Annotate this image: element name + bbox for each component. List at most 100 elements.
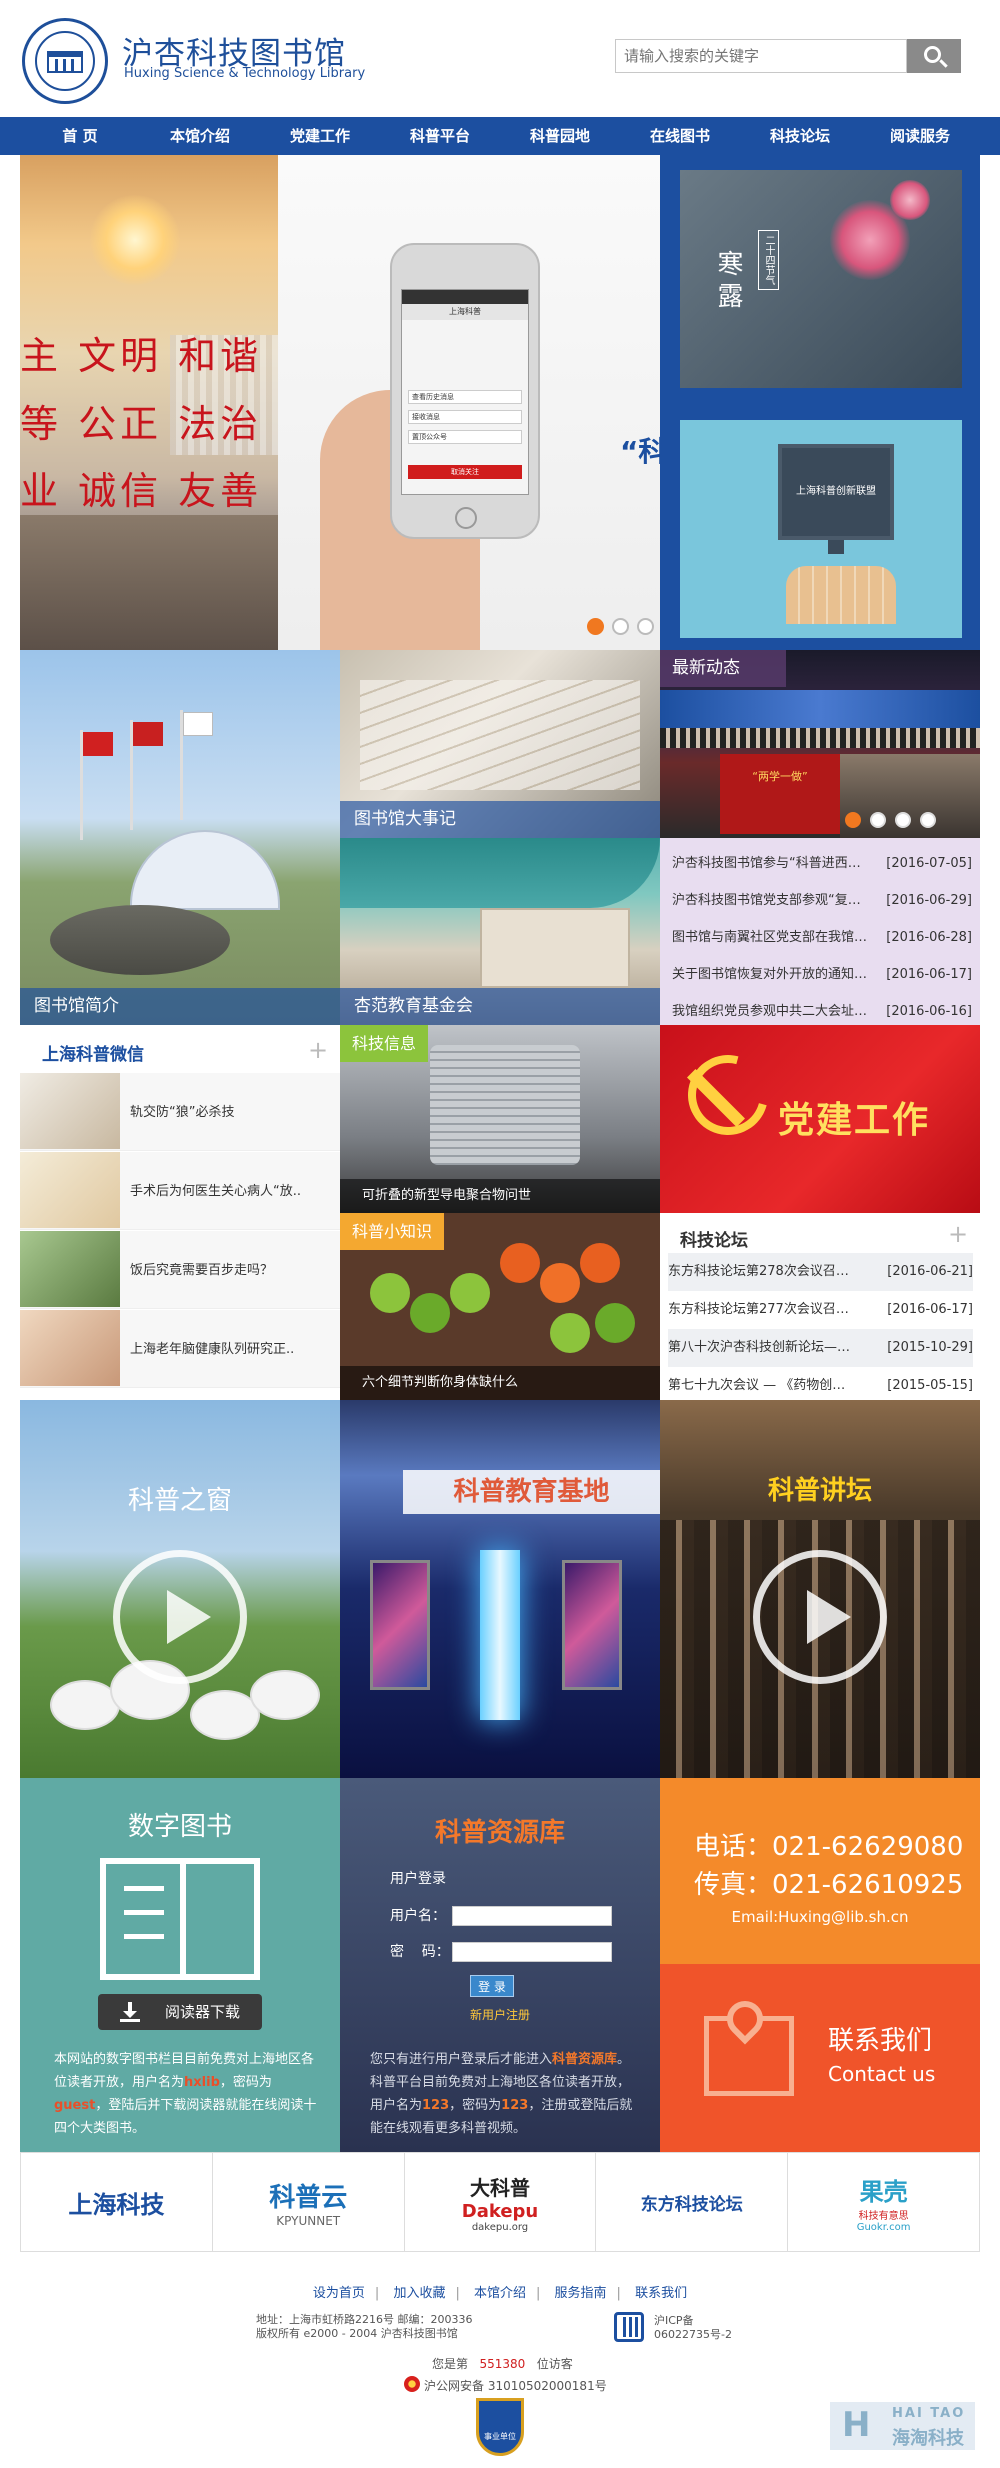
email-text[interactable]: Email:Huxing@lib.sh.cn xyxy=(660,1908,980,1926)
digital-books-title[interactable]: 数字图书 xyxy=(20,1806,340,1843)
forum-title[interactable]: 科技论坛 xyxy=(680,1226,748,1251)
education-base-title: 科普教育基地 xyxy=(403,1470,660,1514)
partner-guokr[interactable]: 果壳 科技有意思 Guokr.com xyxy=(788,2153,979,2251)
science-lecture-tile[interactable]: 科普讲坛 xyxy=(660,1400,980,1778)
sci-tips-tile[interactable]: 科普小知识 六个细节判断你身体缺什么 xyxy=(340,1213,660,1400)
computer-slide[interactable]: 上海科普创新联盟 xyxy=(680,420,962,638)
digital-books-tile: 数字图书 阅读器下载 本网站的数字图书栏目目前免费对上海地区各位读者开放，用户名… xyxy=(20,1778,340,2152)
hero-slogan-line: 等 公正 法治 xyxy=(20,402,263,446)
hero-dot[interactable] xyxy=(612,618,629,635)
partner-dakepu[interactable]: 大科普 Dakepu dakepu.org xyxy=(405,2153,597,2251)
news-dot[interactable] xyxy=(895,812,911,828)
hero-dot[interactable] xyxy=(587,618,604,635)
nav-online-books[interactable]: 在线图书 xyxy=(620,117,740,155)
hero-dot[interactable] xyxy=(637,618,654,635)
footer-link[interactable]: 加入收藏 xyxy=(393,2286,445,2301)
phone-image: 上海科普 查看历史消息 接收消息 置顶公众号 取消关注 xyxy=(390,243,540,539)
watermark: H HAI TAO 海淘科技 xyxy=(830,2402,975,2450)
news-item[interactable]: 图书馆与南翼社区党支部在我馆… [2016-06-28] xyxy=(672,919,972,956)
party-building-tile[interactable]: 党建工作 xyxy=(660,1025,980,1213)
wechat-item[interactable]: 轨交防“狼”必杀技 xyxy=(20,1073,340,1151)
icp-number[interactable]: 06022735号-2 xyxy=(654,2326,732,2342)
footer-copyright: 版权所有 e2000 - 2004 沪杏科技图书馆 xyxy=(256,2327,458,2340)
nav-reading[interactable]: 阅读服务 xyxy=(860,117,980,155)
logo-title-en: Huxing Science & Technology Library xyxy=(124,66,366,81)
resource-description: 您只有进行用户登录后才能进入科普资源库。科普平台目前免费对上海地区各位读者开放，… xyxy=(370,2052,633,2136)
news-item[interactable]: 沪杏科技图书馆党支部参观“复… [2016-06-29] xyxy=(672,882,972,919)
nav-platform[interactable]: 科普平台 xyxy=(380,117,500,155)
police-record[interactable]: 沪公网安备 31010502000181号 xyxy=(424,2377,607,2394)
monitor-icon: 上海科普创新联盟 xyxy=(778,444,894,540)
forum-item[interactable]: 东方科技论坛第278次会议召… [2016-06-21] xyxy=(668,1253,973,1291)
footer-link[interactable]: 联系我们 xyxy=(635,2286,687,2301)
footer-link[interactable]: 设为首页 xyxy=(313,2286,365,2301)
library-events-tile[interactable]: 图书馆大事记 xyxy=(340,650,660,838)
education-fund-tile[interactable]: 杏范教育基金会 xyxy=(340,838,660,1025)
hammer-sickle-icon xyxy=(673,1040,783,1150)
nav-home[interactable]: 首 页 xyxy=(20,117,140,155)
wechat-more-icon[interactable]: + xyxy=(308,1038,328,1062)
tech-info-tile[interactable]: 科技信息 可折叠的新型导电聚合物问世 xyxy=(340,1025,660,1213)
nav-garden[interactable]: 科普园地 xyxy=(500,117,620,155)
login-button[interactable]: 登 录 xyxy=(470,1975,514,1997)
fax-line: 传真：021-62610925 xyxy=(694,1870,964,1900)
solar-term-title: 寒露 xyxy=(713,250,743,314)
nav-party[interactable]: 党建工作 xyxy=(260,117,380,155)
map-pin-icon xyxy=(704,1993,794,2096)
wechat-item[interactable]: 手术后为何医生关心病人“放.. xyxy=(20,1152,340,1230)
institution-badge-icon[interactable]: 事业单位 xyxy=(476,2398,524,2456)
search-button[interactable] xyxy=(907,39,961,73)
science-window-tile[interactable]: 科普之窗 xyxy=(20,1400,340,1778)
play-icon[interactable] xyxy=(113,1550,247,1684)
reader-download-button[interactable]: 阅读器下载 xyxy=(98,1994,262,2030)
partner-shanghai-tech[interactable]: 上海科技 xyxy=(21,2153,213,2251)
news-dot[interactable] xyxy=(845,812,861,828)
library-logo-emblem[interactable] xyxy=(22,18,108,104)
contact-us-subtitle: Contact us xyxy=(828,2062,936,2086)
username-input[interactable] xyxy=(452,1906,612,1926)
news-dot[interactable] xyxy=(870,812,886,828)
download-icon xyxy=(120,2002,140,2022)
password-label: 密 码： xyxy=(390,1944,450,1960)
partner-kpyun[interactable]: 科普云 KPYUNNET xyxy=(213,2153,405,2251)
forum-more-icon[interactable]: + xyxy=(948,1222,968,1246)
library-intro-tile[interactable]: 图书馆简介 xyxy=(20,650,340,1025)
hero-slider[interactable]: 主 文明 和谐 等 公正 法治 业 诚信 友善 上海科普 查看历史消息 接收消息… xyxy=(20,155,660,650)
library-events-caption: 图书馆大事记 xyxy=(340,801,660,838)
nav-about[interactable]: 本馆介绍 xyxy=(140,117,260,155)
username-label: 用户名： xyxy=(390,1908,446,1924)
icp-icon[interactable] xyxy=(614,2312,644,2342)
partner-eastern-forum[interactable]: 东方科技论坛 xyxy=(596,2153,789,2251)
news-tag[interactable]: 最新动态 xyxy=(660,650,786,687)
education-base-tile[interactable]: 科普教育基地 xyxy=(340,1400,660,1778)
search-input[interactable] xyxy=(615,39,907,73)
contact-info-tile: 电话：021-62629080 传真：021-62610925 Email:Hu… xyxy=(660,1778,980,1964)
forum-item[interactable]: 东方科技论坛第277次会议召… [2016-06-17] xyxy=(668,1291,973,1329)
open-book-icon xyxy=(100,1858,260,1980)
hero-slogan-line: 业 诚信 友善 xyxy=(20,469,263,513)
contact-us-title: 联系我们 xyxy=(828,2026,933,2056)
password-input[interactable] xyxy=(452,1942,612,1962)
tech-info-tag: 科技信息 xyxy=(340,1025,429,1062)
sci-tips-tag: 科普小知识 xyxy=(340,1213,445,1250)
footer-link[interactable]: 服务指南 xyxy=(555,2286,607,2301)
wechat-item[interactable]: 上海老年脑健康队列研究正.. xyxy=(20,1310,340,1388)
phone-line: 电话：021-62629080 xyxy=(694,1832,964,1862)
news-dot[interactable] xyxy=(920,812,936,828)
main-nav: 首 页 本馆介绍 党建工作 科普平台 科普园地 在线图书 科技论坛 阅读服务 xyxy=(0,117,1000,155)
register-link[interactable]: 新用户注册 xyxy=(470,2006,530,2023)
contact-us-tile[interactable]: 联系我们 Contact us xyxy=(660,1964,980,2152)
forum-item[interactable]: 第八十次沪杏科技创新论坛—… [2015-10-29] xyxy=(668,1329,973,1367)
solar-term-slide[interactable]: 寒露 二十四节气 xyxy=(680,170,962,388)
news-item[interactable]: 关于图书馆恢复对外开放的通知… [2016-06-17] xyxy=(672,956,972,993)
wechat-item[interactable]: 饭后究竟需要百步走吗？ xyxy=(20,1231,340,1309)
news-item[interactable]: 沪杏科技图书馆参与“科普进西… [2016-07-05] xyxy=(672,845,972,882)
play-icon[interactable] xyxy=(753,1550,887,1684)
login-heading: 用户登录 xyxy=(390,1871,446,1887)
resource-library-title[interactable]: 科普资源库 xyxy=(340,1812,660,1849)
footer-link[interactable]: 本馆介绍 xyxy=(474,2286,526,2301)
footer-links: 设为首页 | 加入收藏 | 本馆介绍 | 服务指南 | 联系我们 xyxy=(312,2286,688,2301)
nav-forum[interactable]: 科技论坛 xyxy=(740,117,860,155)
partner-logos: 上海科技 科普云 KPYUNNET 大科普 Dakepu dakepu.org 东方科… xyxy=(20,2152,980,2252)
wechat-title[interactable]: 上海科普微信 xyxy=(42,1040,144,1065)
